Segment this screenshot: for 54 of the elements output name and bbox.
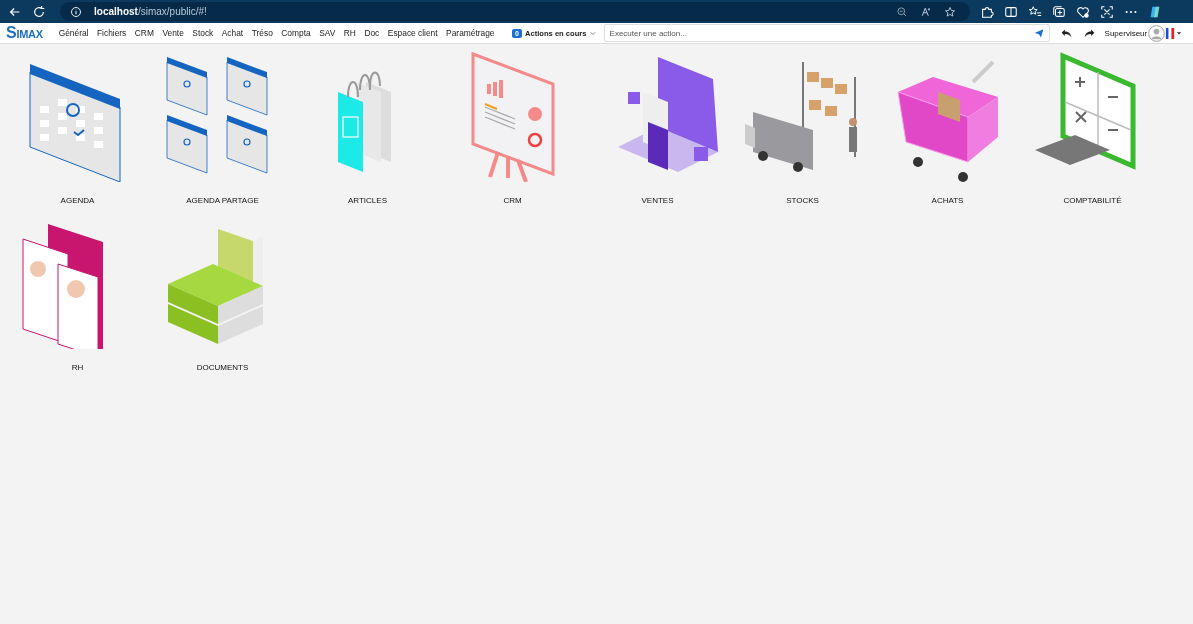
module-label: ARTICLES [348, 196, 387, 205]
puzzle-icon[interactable] [980, 4, 994, 19]
menu-item[interactable]: Espace client [387, 28, 438, 38]
module-label: COMPTABILITÉ [1063, 196, 1122, 205]
url-text: localhost/simax/public/#! [94, 6, 207, 17]
module-tile[interactable]: AGENDA [5, 52, 150, 205]
module-tile[interactable]: ACHATS [875, 52, 1020, 205]
module-tile[interactable]: ARTICLES [295, 52, 440, 205]
favorites-icon[interactable] [1028, 4, 1042, 19]
info-icon[interactable] [70, 5, 82, 18]
heart-icon[interactable] [1076, 4, 1090, 19]
menu-item[interactable]: RH [343, 28, 356, 38]
split-screen-icon[interactable] [1004, 4, 1018, 19]
menu-item[interactable]: CRM [134, 28, 154, 38]
collections-icon[interactable] [1052, 4, 1066, 19]
menu-item[interactable]: Doc [364, 28, 380, 38]
menu-item[interactable]: Tréso [251, 28, 273, 38]
module-label: VENTES [641, 196, 674, 205]
screenshot-icon[interactable] [1100, 4, 1114, 19]
module-label: ACHATS [931, 196, 964, 205]
module-label: DOCUMENTS [196, 363, 249, 372]
read-aloud-icon[interactable] [920, 5, 932, 18]
logo[interactable]: SIMAX [6, 24, 43, 42]
star-icon[interactable] [944, 5, 956, 18]
menu-item[interactable]: SAV [319, 28, 336, 38]
module-label: AGENDA PARTAGE [186, 196, 259, 205]
module-tile[interactable]: AGENDA PARTAGE [150, 52, 295, 205]
refresh-icon[interactable] [32, 4, 46, 19]
action-input-field[interactable]: Executer une action... [603, 24, 1050, 42]
zoom-out-icon[interactable] [896, 5, 908, 18]
menu-item[interactable]: Compta [281, 28, 311, 38]
menu-item[interactable]: Général [58, 28, 89, 38]
send-icon[interactable] [1033, 28, 1044, 38]
flag-icon[interactable] [1165, 26, 1177, 40]
module-tile[interactable]: DOCUMENTS [150, 219, 295, 372]
assistant-icon[interactable] [1148, 4, 1162, 19]
module-label: STOCKS [786, 196, 819, 205]
module-label: RH [71, 363, 84, 372]
menu-item[interactable]: Vente [162, 28, 184, 38]
user-name[interactable]: Superviseur [1104, 28, 1148, 38]
module-label: AGENDA [60, 196, 95, 205]
module-tile[interactable]: VENTES [585, 52, 730, 205]
menu-item[interactable]: Paramétrage [446, 28, 495, 38]
module-tile[interactable]: COMPTABILITÉ [1020, 52, 1165, 205]
menu-item[interactable]: Fichiers [97, 28, 127, 38]
module-label: CRM [503, 196, 522, 205]
caret-icon[interactable] [1176, 30, 1183, 36]
module-tile[interactable]: STOCKS [730, 52, 875, 205]
caret-icon [589, 30, 596, 36]
address-bar[interactable]: localhost/simax/public/#! [60, 2, 970, 21]
menu-item[interactable]: Stock [192, 28, 214, 38]
module-tile[interactable]: RH [5, 219, 150, 372]
menu-item[interactable]: Achat [221, 28, 244, 38]
module-tile[interactable]: CRM [440, 52, 585, 205]
